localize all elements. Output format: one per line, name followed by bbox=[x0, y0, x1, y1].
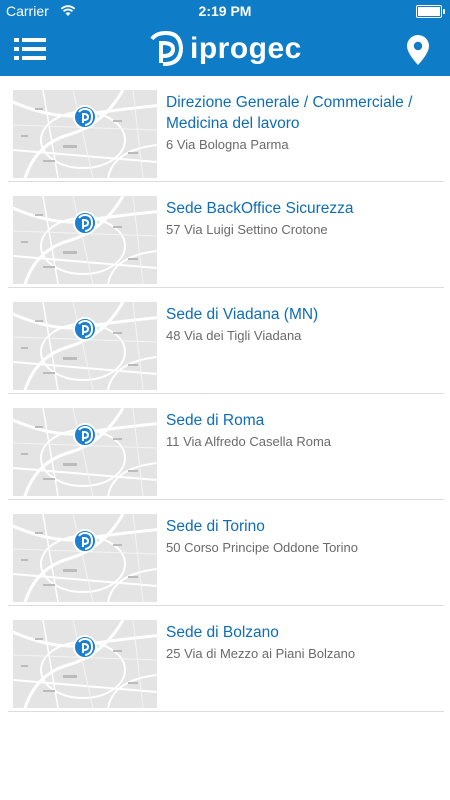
location-address: 11 Via Alfredo Casella Roma bbox=[166, 434, 332, 449]
location-item[interactable]: Sede BackOffice Sicurezza 57 Via Luigi Se… bbox=[8, 182, 444, 288]
status-time: 2:19 PM bbox=[198, 3, 252, 19]
map-thumbnail bbox=[13, 302, 157, 390]
menu-button[interactable] bbox=[14, 37, 46, 61]
brand-logo: iprogec bbox=[150, 31, 302, 67]
battery-icon bbox=[416, 5, 445, 18]
nav-bar: iprogec bbox=[0, 22, 450, 76]
location-address: 57 Via Luigi Settino Crotone bbox=[166, 222, 328, 237]
map-thumbnail bbox=[13, 90, 157, 178]
status-bar: Carrier 2:19 PM bbox=[0, 0, 450, 22]
map-thumbnail bbox=[13, 196, 157, 284]
locations-list: Direzione Generale / Commerciale / Medic… bbox=[0, 76, 450, 712]
location-title[interactable]: Sede di Torino bbox=[166, 516, 436, 537]
location-item[interactable]: Sede di Roma 11 Via Alfredo Casella Roma bbox=[8, 394, 444, 500]
location-pin-icon bbox=[407, 35, 429, 65]
location-address: 50 Corso Principe Oddone Torino bbox=[166, 540, 358, 555]
location-address: 6 Via Bologna Parma bbox=[166, 137, 289, 152]
map-pin-logo-icon bbox=[13, 408, 157, 496]
map-pin-logo-icon bbox=[13, 90, 157, 178]
iprogec-logo-icon bbox=[150, 31, 184, 66]
location-item[interactable]: Sede di Viadana (MN) 48 Via dei Tigli Via… bbox=[8, 288, 444, 394]
location-title[interactable]: Sede di Viadana (MN) bbox=[166, 304, 436, 325]
location-item[interactable]: Direzione Generale / Commerciale / Medic… bbox=[8, 76, 444, 182]
location-title[interactable]: Sede di Roma bbox=[166, 410, 436, 431]
map-thumbnail bbox=[13, 408, 157, 496]
map-pin-logo-icon bbox=[13, 620, 157, 708]
location-item[interactable]: Sede di Bolzano 25 Via di Mezzo ai Piani … bbox=[8, 606, 444, 712]
list-menu-icon bbox=[14, 38, 46, 60]
map-pin-button[interactable] bbox=[406, 34, 430, 66]
map-thumbnail bbox=[13, 514, 157, 602]
map-pin-logo-icon bbox=[13, 514, 157, 602]
location-title[interactable]: Sede di Bolzano bbox=[166, 622, 436, 643]
location-address: 25 Via di Mezzo ai Piani Bolzano bbox=[166, 646, 356, 661]
location-title[interactable]: Sede BackOffice Sicurezza bbox=[166, 198, 436, 219]
location-item[interactable]: Sede di Torino 50 Corso Principe Oddone T… bbox=[8, 500, 444, 606]
location-address: 48 Via dei Tigli Viadana bbox=[166, 328, 302, 343]
location-title[interactable]: Direzione Generale / Commerciale / Medic… bbox=[166, 92, 436, 134]
map-pin-logo-icon bbox=[13, 302, 157, 390]
map-pin-logo-icon bbox=[13, 196, 157, 284]
brand-name: iprogec bbox=[190, 32, 302, 65]
map-thumbnail bbox=[13, 620, 157, 708]
